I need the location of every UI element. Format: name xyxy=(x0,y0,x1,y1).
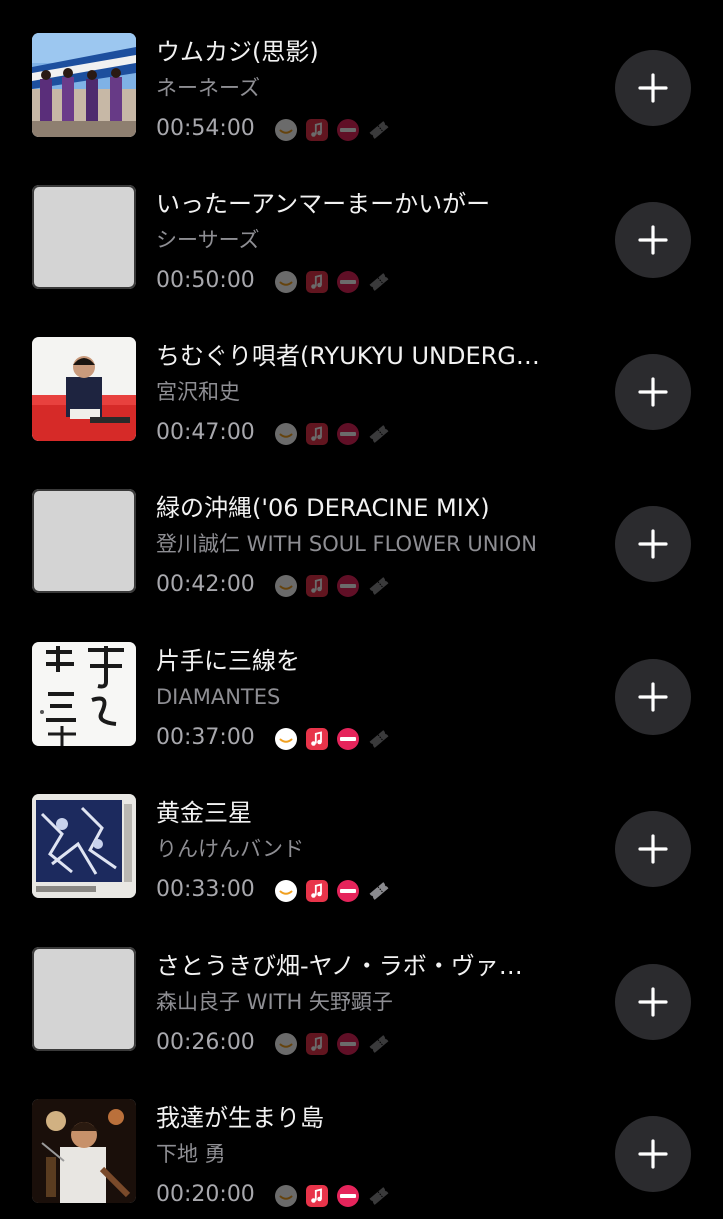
track-duration: 00:47:00 xyxy=(156,420,255,445)
ticket-icon[interactable] xyxy=(367,727,391,751)
track-artist: 宮沢和史 xyxy=(156,380,240,404)
recochoku-icon[interactable] xyxy=(336,118,360,142)
track-duration: 00:37:00 xyxy=(156,725,255,750)
add-track-button[interactable] xyxy=(615,202,691,278)
track-row[interactable]: いったーアンマーまーかいがー シーサーズ 00:50:00 xyxy=(0,152,723,305)
track-title: 緑の沖縄('06 DERACINE MIX) xyxy=(156,494,490,522)
ticket-icon[interactable] xyxy=(367,879,391,903)
ticket-icon[interactable] xyxy=(367,1032,391,1056)
album-artwork xyxy=(32,1099,136,1203)
amazon-music-icon[interactable] xyxy=(274,727,298,751)
track-row[interactable]: 片手に三線を DIAMANTES 00:37:00 xyxy=(0,609,723,762)
amazon-music-icon[interactable] xyxy=(274,118,298,142)
amazon-music-icon[interactable] xyxy=(274,574,298,598)
track-row[interactable]: 我達が生まり島 下地 勇 00:20:00 xyxy=(0,1066,723,1219)
ticket-icon[interactable] xyxy=(367,118,391,142)
track-artist: シーサーズ xyxy=(156,228,260,252)
apple-music-icon[interactable] xyxy=(305,574,329,598)
plus-icon xyxy=(638,73,668,103)
plus-icon xyxy=(638,529,668,559)
track-duration: 00:20:00 xyxy=(156,1182,255,1207)
album-artwork xyxy=(32,794,136,898)
apple-music-icon[interactable] xyxy=(305,727,329,751)
plus-icon xyxy=(638,834,668,864)
track-duration: 00:26:00 xyxy=(156,1030,255,1055)
ticket-icon[interactable] xyxy=(367,574,391,598)
recochoku-icon[interactable] xyxy=(336,1184,360,1208)
recochoku-icon[interactable] xyxy=(336,879,360,903)
add-track-button[interactable] xyxy=(615,1116,691,1192)
amazon-music-icon[interactable] xyxy=(274,422,298,446)
add-track-button[interactable] xyxy=(615,50,691,126)
plus-icon xyxy=(638,225,668,255)
plus-icon xyxy=(638,682,668,712)
plus-icon xyxy=(638,377,668,407)
track-duration: 00:50:00 xyxy=(156,268,255,293)
amazon-music-icon[interactable] xyxy=(274,1184,298,1208)
track-duration: 00:42:00 xyxy=(156,572,255,597)
track-row[interactable]: 黄金三星 りんけんバンド 00:33:00 xyxy=(0,761,723,914)
track-row[interactable]: ウムカジ(思影) ネーネーズ 00:54:00 xyxy=(0,0,723,153)
album-artwork-placeholder xyxy=(32,947,136,1051)
add-track-button[interactable] xyxy=(615,506,691,582)
amazon-music-icon[interactable] xyxy=(274,270,298,294)
track-row[interactable]: ちむぐり唄者(RYUKYU UNDERG… 宮沢和史 00:47:00 xyxy=(0,304,723,457)
add-track-button[interactable] xyxy=(615,354,691,430)
track-title: ウムカジ(思影) xyxy=(156,38,319,66)
album-artwork xyxy=(32,642,136,746)
track-title: 黄金三星 xyxy=(156,799,252,827)
track-title: 我達が生まり島 xyxy=(156,1104,324,1132)
plus-icon xyxy=(638,987,668,1017)
apple-music-icon[interactable] xyxy=(305,1032,329,1056)
album-artwork-placeholder xyxy=(32,185,136,289)
amazon-music-icon[interactable] xyxy=(274,1032,298,1056)
recochoku-icon[interactable] xyxy=(336,574,360,598)
track-list: ウムカジ(思影) ネーネーズ 00:54:00 いったーアンマーまーかいがー シ… xyxy=(0,0,723,1207)
track-duration: 00:54:00 xyxy=(156,116,255,141)
track-artist: 下地 勇 xyxy=(156,1142,226,1166)
album-artwork-placeholder xyxy=(32,489,136,593)
track-title: さとうきび畑-ヤノ・ラボ・ヴァ… xyxy=(156,952,523,980)
track-artist: DIAMANTES xyxy=(156,685,281,709)
ticket-icon[interactable] xyxy=(367,1184,391,1208)
add-track-button[interactable] xyxy=(615,811,691,887)
apple-music-icon[interactable] xyxy=(305,118,329,142)
track-artist: 登川誠仁 WITH SOUL FLOWER UNION xyxy=(156,532,537,556)
apple-music-icon[interactable] xyxy=(305,270,329,294)
track-duration: 00:33:00 xyxy=(156,877,255,902)
album-artwork xyxy=(32,337,136,441)
track-row[interactable]: 緑の沖縄('06 DERACINE MIX) 登川誠仁 WITH SOUL FL… xyxy=(0,456,723,609)
plus-icon xyxy=(638,1139,668,1169)
track-row[interactable]: さとうきび畑-ヤノ・ラボ・ヴァ… 森山良子 WITH 矢野顕子 00:26:00 xyxy=(0,914,723,1067)
apple-music-icon[interactable] xyxy=(305,1184,329,1208)
recochoku-icon[interactable] xyxy=(336,270,360,294)
recochoku-icon[interactable] xyxy=(336,727,360,751)
recochoku-icon[interactable] xyxy=(336,1032,360,1056)
apple-music-icon[interactable] xyxy=(305,422,329,446)
album-artwork xyxy=(32,33,136,137)
track-title: 片手に三線を xyxy=(156,647,300,675)
apple-music-icon[interactable] xyxy=(305,879,329,903)
track-artist: 森山良子 WITH 矢野顕子 xyxy=(156,990,393,1014)
track-artist: ネーネーズ xyxy=(156,76,260,100)
amazon-music-icon[interactable] xyxy=(274,879,298,903)
track-title: いったーアンマーまーかいがー xyxy=(156,190,491,218)
add-track-button[interactable] xyxy=(615,964,691,1040)
track-artist: りんけんバンド xyxy=(156,837,305,861)
add-track-button[interactable] xyxy=(615,659,691,735)
ticket-icon[interactable] xyxy=(367,422,391,446)
ticket-icon[interactable] xyxy=(367,270,391,294)
recochoku-icon[interactable] xyxy=(336,422,360,446)
track-title: ちむぐり唄者(RYUKYU UNDERG… xyxy=(156,342,540,370)
